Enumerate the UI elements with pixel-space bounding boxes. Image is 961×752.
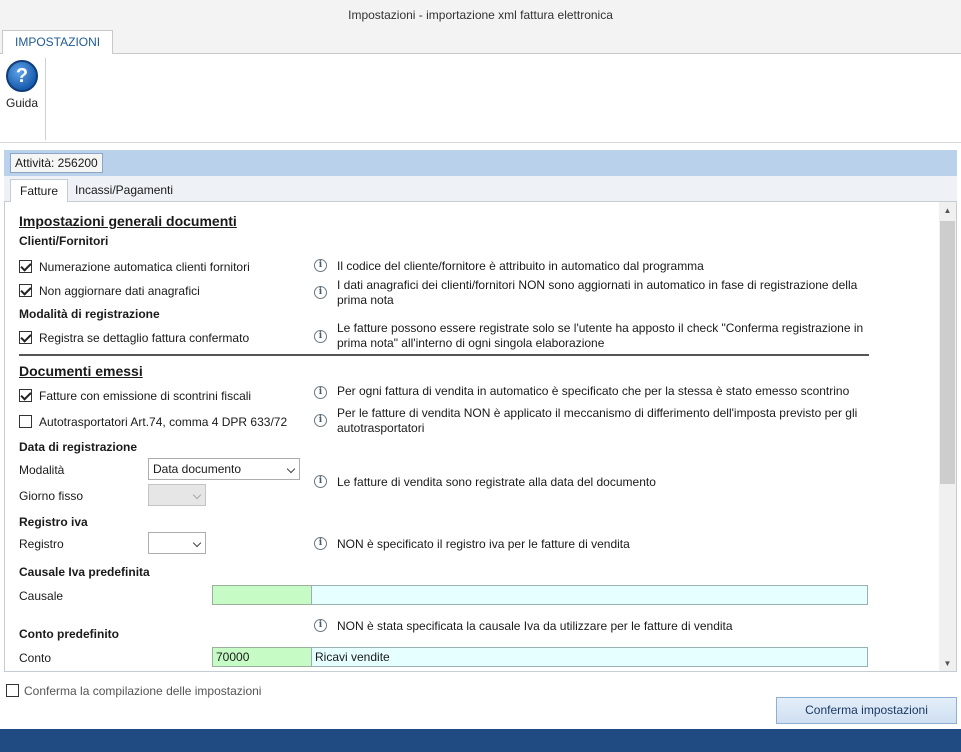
subtitle-clienti: Clienti/Fornitori xyxy=(19,234,109,248)
causale-desc-input[interactable] xyxy=(311,585,868,605)
info-icon: i xyxy=(314,537,327,550)
subtitle-conto-predefinito: Conto predefinito xyxy=(19,627,119,641)
info-icon: i xyxy=(314,259,327,272)
activity-tab[interactable]: Attività: 256200 xyxy=(10,153,103,173)
info-icon: i xyxy=(314,286,327,299)
registro-select[interactable] xyxy=(148,532,206,554)
ribbon-body: ? Guida xyxy=(0,54,961,143)
activity-bar: Attività: 256200 xyxy=(4,150,957,176)
scontrini-label: Fatture con emissione di scontrini fisca… xyxy=(39,389,252,403)
scroll-down-icon[interactable]: ▼ xyxy=(939,655,956,671)
autotrasp-info: Per le fatture di vendita NON è applicat… xyxy=(337,406,858,435)
giorno-select[interactable] xyxy=(148,484,206,506)
chevron-down-icon xyxy=(192,490,202,500)
scontrini-info: Per ogni fattura di vendita in automatic… xyxy=(337,384,850,398)
no-update-info: I dati anagrafici dei clienti/fornitori … xyxy=(337,278,858,307)
conto-code-input[interactable]: 70000 xyxy=(212,647,312,667)
help-question-icon: ? xyxy=(6,60,38,92)
info-icon: i xyxy=(314,619,327,632)
causale-code-input[interactable] xyxy=(212,585,312,605)
giorno-label: Giorno fisso xyxy=(19,489,84,503)
registro-label: Registro xyxy=(19,537,64,551)
causale-info: NON è stata specificata la causale Iva d… xyxy=(337,619,733,633)
modalita-select[interactable]: Data documento xyxy=(148,458,300,480)
status-footer xyxy=(0,729,961,752)
conto-label: Conto xyxy=(19,651,52,665)
inner-tabs: Fatture Incassi/Pagamenti xyxy=(4,176,957,203)
modalita-label: Modalità xyxy=(19,463,65,477)
confirm-settings-button[interactable]: Conferma impostazioni xyxy=(776,697,957,724)
info-icon: i xyxy=(314,330,327,343)
subtitle-modalita-registrazione: Modalità di registrazione xyxy=(19,307,160,321)
subtitle-data-registrazione: Data di registrazione xyxy=(19,440,138,454)
data-info: Le fatture di vendita sono registrate al… xyxy=(337,475,656,489)
info-icon: i xyxy=(314,386,327,399)
section-title-general: Impostazioni generali documenti xyxy=(19,213,237,229)
scontrini-checkbox[interactable] xyxy=(19,389,32,402)
tab-incassi-pagamenti[interactable]: Incassi/Pagamenti xyxy=(66,179,182,203)
reg-detail-label: Registra se dettaglio fattura confermato xyxy=(39,331,250,345)
confirm-compilation-label: Conferma la compilazione delle impostazi… xyxy=(24,684,262,698)
vertical-scrollbar[interactable]: ▲ ▼ xyxy=(939,202,956,671)
ribbon-tab-impostazioni[interactable]: IMPOSTAZIONI xyxy=(2,30,114,55)
num-auto-info: Il codice del cliente/fornitore è attrib… xyxy=(337,259,704,273)
info-icon: i xyxy=(314,414,327,427)
settings-panel: Impostazioni generali documenti Clienti/… xyxy=(4,202,957,672)
window-title: Impostazioni - importazione xml fattura … xyxy=(0,0,961,30)
no-update-label: Non aggiornare dati anagrafici xyxy=(39,284,200,298)
chevron-down-icon xyxy=(286,464,296,474)
ribbon-tabs: IMPOSTAZIONI xyxy=(0,30,961,55)
info-icon: i xyxy=(314,475,327,488)
chevron-down-icon xyxy=(192,538,202,548)
autotrasp-checkbox[interactable] xyxy=(19,415,32,428)
confirm-compilation-checkbox[interactable] xyxy=(6,684,19,697)
reg-detail-checkbox[interactable] xyxy=(19,331,32,344)
section-title-emessi: Documenti emessi xyxy=(19,363,143,379)
registro-info: NON è specificato il registro iva per le… xyxy=(337,537,630,551)
tab-fatture[interactable]: Fatture xyxy=(10,179,69,203)
causale-label: Causale xyxy=(19,589,64,603)
section-divider xyxy=(19,354,869,356)
reg-detail-info: Le fatture possono essere registrate sol… xyxy=(337,321,864,350)
help-label: Guida xyxy=(5,96,39,110)
scrollbar-thumb[interactable] xyxy=(940,221,955,484)
scroll-up-icon[interactable]: ▲ xyxy=(939,202,956,219)
subtitle-registro-iva: Registro iva xyxy=(19,515,88,529)
num-auto-checkbox[interactable] xyxy=(19,260,32,273)
ribbon-separator xyxy=(45,58,46,140)
modalita-value: Data documento xyxy=(153,462,242,476)
num-auto-label: Numerazione automatica clienti fornitori xyxy=(39,260,250,274)
autotrasp-label: Autotrasportatori Art.74, comma 4 DPR 63… xyxy=(39,415,288,429)
subtitle-causale-iva: Causale Iva predefinita xyxy=(19,565,150,579)
no-update-checkbox[interactable] xyxy=(19,284,32,297)
conto-desc-input[interactable]: Ricavi vendite xyxy=(311,647,868,667)
help-button[interactable]: ? Guida xyxy=(4,60,40,110)
